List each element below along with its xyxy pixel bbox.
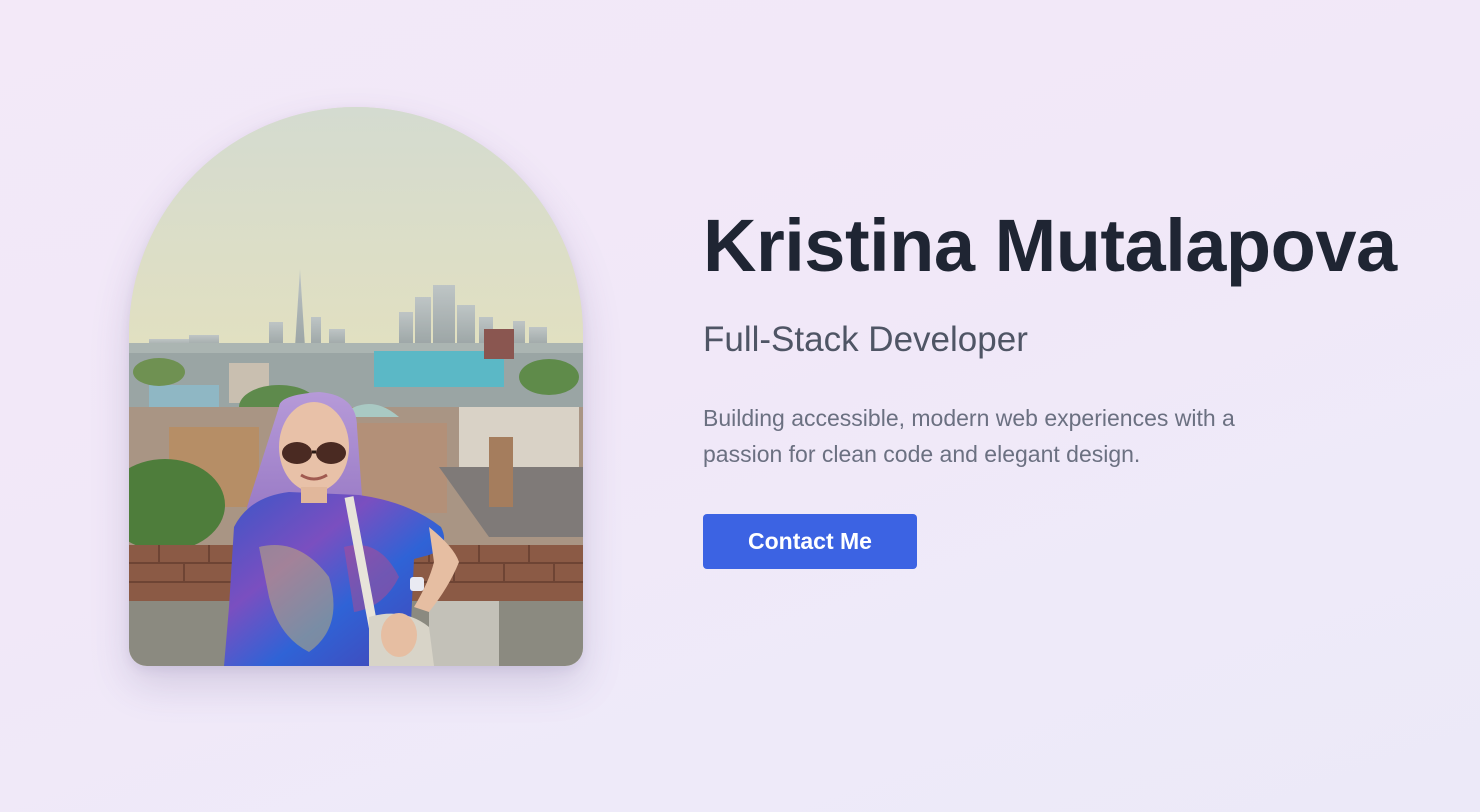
intro-text: Kristina Mutalapova Full-Stack Developer… <box>703 200 1443 569</box>
hero-section: Kristina Mutalapova Full-Stack Developer… <box>0 0 1480 812</box>
profile-photo-illustration <box>129 107 583 666</box>
contact-button[interactable]: Contact Me <box>703 514 917 569</box>
job-title: Full-Stack Developer <box>703 320 1028 359</box>
bio-text: Building accessible, modern web experien… <box>703 405 1235 467</box>
page-title: Kristina Mutalapova <box>703 204 1397 287</box>
profile-photo <box>129 107 583 666</box>
